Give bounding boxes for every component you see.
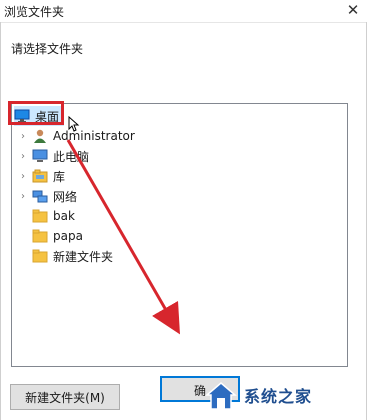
annotation-arrow (66, 139, 180, 335)
new-folder-button[interactable]: 新建文件夹(M) (10, 384, 120, 410)
mouse-cursor-icon (68, 116, 80, 132)
house-logo-icon (204, 382, 238, 410)
watermark-text: 系统之家 (244, 387, 313, 406)
watermark: 系统之家 (204, 370, 367, 420)
